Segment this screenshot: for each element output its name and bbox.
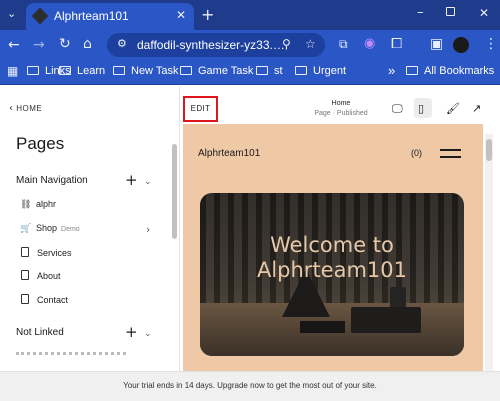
folder-icon: [113, 66, 125, 75]
chevron-down-icon[interactable]: ⌄: [144, 329, 152, 339]
sidebar-item-contact[interactable]: Contact: [20, 294, 68, 305]
folder-icon: [295, 66, 307, 75]
page-title: Pages: [16, 134, 65, 153]
page-icon: [21, 294, 29, 304]
browser-toolbar: ← → ↻ ⌂ ⚙ daffodil-synthesizer-yz33.squ.…: [0, 30, 500, 60]
back-arrow-icon[interactable]: ←: [8, 38, 20, 52]
minimize-icon[interactable]: –: [417, 5, 424, 20]
page-icon: [21, 270, 29, 280]
address-bar[interactable]: ⚙ daffodil-synthesizer-yz33.squ... ⚲ ☆: [107, 33, 325, 57]
sidebar-scrollbar[interactable]: [171, 94, 178, 359]
site-preview[interactable]: Alphrteam101 (0) Welcome to Alphrteam101: [183, 124, 483, 371]
folder-icon: [27, 66, 39, 75]
bookmark-urgent[interactable]: Urgent: [295, 65, 346, 77]
cart-icon: 🛒: [20, 224, 32, 234]
apps-grid-icon[interactable]: ▦: [7, 65, 18, 77]
sidebar-scroll-thumb[interactable]: [172, 144, 177, 239]
page-status: Page · Published: [314, 110, 368, 117]
folder-icon: [59, 66, 71, 75]
extension-icon-2[interactable]: ◉: [364, 37, 375, 50]
sidebar-item-alphr[interactable]: ⛓ alphr: [20, 199, 56, 210]
back-to-home-link[interactable]: ‹ HOME: [9, 103, 42, 114]
more-bookmarks-button[interactable]: »: [388, 63, 395, 78]
pages-sidebar: ‹ HOME Pages Main Navigation + ⌄ ⛓ alphr …: [0, 86, 180, 371]
tab-search-icon[interactable]: ⌄: [7, 7, 16, 20]
editor-pane: EDIT Home Page · Published 🖵 ▯ 🖌 ↗ Alphr…: [180, 86, 500, 371]
add-page-icon[interactable]: +: [125, 171, 138, 189]
sidebar-item-services[interactable]: Services: [20, 247, 72, 258]
browser-tab[interactable]: Alphrteam101 ✕: [26, 3, 194, 30]
add-unlinked-page-icon[interactable]: +: [125, 323, 138, 341]
forward-arrow-icon[interactable]: →: [33, 38, 45, 52]
desktop-view-icon[interactable]: 🖵: [392, 102, 403, 116]
home-icon[interactable]: ⌂: [83, 37, 92, 51]
folder-icon: [180, 66, 192, 75]
side-panel-icon[interactable]: ▣: [430, 37, 443, 51]
hero-image: Welcome to Alphrteam101: [200, 193, 464, 356]
tab-title: Alphrteam101: [54, 9, 129, 23]
url-text: daffodil-synthesizer-yz33.squ...: [137, 38, 287, 52]
current-page-name: Home: [331, 100, 351, 107]
bookmark-star-icon[interactable]: ☆: [305, 38, 316, 50]
menu-kebab-icon[interactable]: ⋮: [484, 37, 498, 51]
demo-tag: Demo: [61, 226, 80, 233]
edit-button[interactable]: EDIT: [183, 96, 218, 122]
bookmark-st[interactable]: st: [256, 65, 283, 77]
maximize-icon[interactable]: [446, 7, 455, 16]
zoom-icon[interactable]: ⚲: [282, 38, 291, 50]
extension-icon-1[interactable]: ⧉: [339, 38, 348, 50]
chevron-left-icon: ‹: [9, 103, 14, 114]
box-object: [351, 307, 421, 333]
style-brush-icon[interactable]: 🖌: [446, 102, 460, 115]
bookmark-new-task[interactable]: New Task: [113, 65, 178, 77]
preview-scroll-thumb[interactable]: [486, 139, 492, 161]
profile-avatar-icon[interactable]: [453, 37, 469, 53]
trial-message: Your trial ends in 14 days. Upgrade now …: [123, 381, 377, 390]
squarespace-app: ‹ HOME Pages Main Navigation + ⌄ ⛓ alphr …: [0, 86, 500, 371]
bookmark-learn[interactable]: Learn: [59, 65, 105, 77]
site-logo-text[interactable]: Alphrteam101: [198, 148, 260, 159]
bookmark-game-task[interactable]: Game Task: [180, 65, 253, 77]
tray-object: [300, 321, 345, 333]
cart-count[interactable]: (0): [411, 148, 422, 158]
tab-close-icon[interactable]: ✕: [176, 8, 186, 22]
link-icon: ⛓: [20, 200, 32, 210]
sidebar-item-about[interactable]: About: [20, 270, 61, 281]
all-bookmarks[interactable]: All Bookmarks: [406, 65, 494, 77]
site-favicon-icon: [31, 7, 49, 25]
browser-titlebar: ⌄ Alphrteam101 ✕ + – ✕: [0, 0, 500, 30]
truncated-row: [16, 352, 126, 355]
site-info-icon[interactable]: ⚙: [117, 38, 127, 49]
new-tab-button[interactable]: +: [201, 5, 214, 24]
hamburger-menu-icon[interactable]: [440, 149, 461, 158]
reload-icon[interactable]: ↻: [59, 37, 71, 51]
folder-icon: [256, 66, 268, 75]
chevron-right-icon[interactable]: ›: [146, 223, 150, 236]
trial-banner[interactable]: Your trial ends in 14 days. Upgrade now …: [0, 371, 500, 401]
extensions-puzzle-icon[interactable]: ⧠: [391, 37, 402, 51]
mobile-view-icon[interactable]: ▯: [418, 102, 424, 115]
not-linked-label: Not Linked: [16, 327, 64, 338]
cup-object: [390, 287, 406, 309]
chevron-down-icon[interactable]: ⌄: [144, 177, 152, 187]
preview-scrollbar[interactable]: [485, 134, 493, 371]
folder-icon: [406, 66, 418, 75]
hero-title: Welcome to Alphrteam101: [256, 233, 408, 282]
page-icon: [21, 247, 29, 257]
sidebar-item-shop[interactable]: 🛒 Shop Demo: [20, 223, 80, 234]
expand-arrow-icon[interactable]: ↗: [472, 102, 481, 115]
main-navigation-label: Main Navigation: [16, 175, 88, 186]
bookmarks-bar: ▦ Links Learn New Task Game Task st Urge…: [0, 60, 500, 85]
close-window-icon[interactable]: ✕: [479, 6, 489, 20]
